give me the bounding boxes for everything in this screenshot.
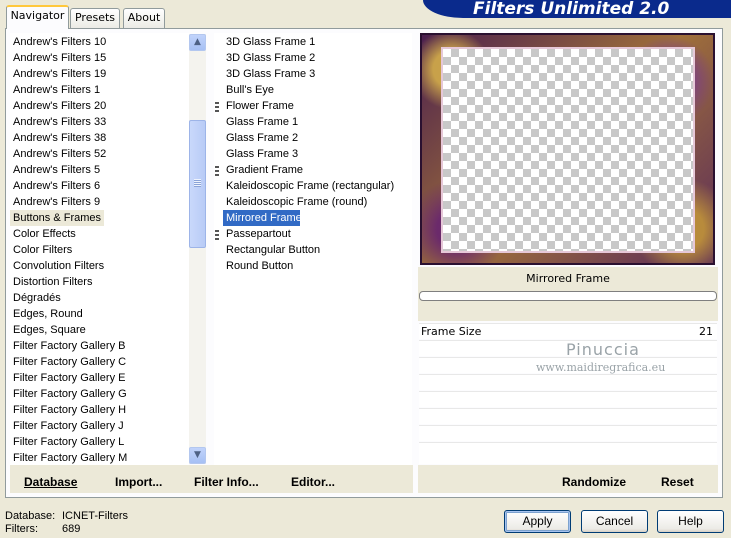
category-item[interactable]: Andrew's Filters 5 xyxy=(10,162,189,178)
category-item[interactable]: Edges, Round xyxy=(10,306,189,322)
watermark-name: Pinuccia xyxy=(566,340,640,359)
scroll-thumb[interactable] xyxy=(189,120,206,248)
filter-item[interactable]: Glass Frame 2 xyxy=(223,130,298,146)
filter-info-button[interactable]: Filter Info... xyxy=(194,475,259,489)
category-item[interactable]: Andrew's Filters 10 xyxy=(10,34,189,50)
reset-button[interactable]: Reset xyxy=(661,475,694,489)
filter-item[interactable]: Mirrored Frame xyxy=(223,210,302,226)
import-button[interactable]: Import... xyxy=(115,475,162,489)
brand-title: Filters Unlimited 2.0 xyxy=(423,0,731,18)
tab-navigator[interactable]: Navigator xyxy=(6,5,69,29)
filter-item-label: Rectangular Button xyxy=(226,244,321,256)
category-item[interactable]: Andrew's Filters 15 xyxy=(10,50,189,66)
grip-icon xyxy=(215,230,219,240)
filters-label: Filters: xyxy=(5,523,38,535)
filter-item-label: Gradient Frame xyxy=(226,164,304,176)
param-row-empty xyxy=(419,408,717,424)
filter-list[interactable]: 3D Glass Frame 1 3D Glass Frame 2 3D Glass… xyxy=(214,33,412,465)
category-item[interactable]: Filter Factory Gallery L xyxy=(10,434,189,450)
progress-bar xyxy=(419,291,717,301)
category-item[interactable]: Andrew's Filters 33 xyxy=(10,114,189,130)
filter-item[interactable]: Passepartout xyxy=(215,226,291,242)
scroll-down-button[interactable]: ▼ xyxy=(189,447,206,464)
filter-item-label: 3D Glass Frame 3 xyxy=(226,68,316,80)
category-item[interactable]: Andrew's Filters 19 xyxy=(10,66,189,82)
filters-count: 689 xyxy=(62,523,81,535)
filter-item-label: Flower Frame xyxy=(226,100,294,112)
tab-about[interactable]: About xyxy=(123,8,165,28)
param-row-empty xyxy=(419,442,717,464)
category-item[interactable]: Buttons & Frames xyxy=(10,210,104,226)
category-item[interactable]: Andrew's Filters 20 xyxy=(10,98,189,114)
param-row-empty xyxy=(419,425,717,441)
filter-item[interactable]: 3D Glass Frame 2 xyxy=(223,50,315,66)
filter-item[interactable]: Glass Frame 1 xyxy=(223,114,298,130)
filter-item-label: 3D Glass Frame 1 xyxy=(226,36,316,48)
cancel-button[interactable]: Cancel xyxy=(581,510,648,533)
category-item[interactable]: Andrew's Filters 1 xyxy=(10,82,189,98)
database-button[interactable]: Database xyxy=(24,475,77,489)
thumb-grip-icon xyxy=(194,179,201,187)
category-item[interactable]: Andrew's Filters 52 xyxy=(10,146,189,162)
param-label: Frame Size xyxy=(421,325,482,338)
filter-item[interactable]: Gradient Frame xyxy=(215,162,304,178)
database-value: ICNET-Filters xyxy=(62,510,128,522)
category-item[interactable]: Convolution Filters xyxy=(10,258,189,274)
category-item[interactable]: Filter Factory Gallery J xyxy=(10,418,189,434)
filter-item[interactable]: Glass Frame 3 xyxy=(223,146,298,162)
filter-item[interactable]: Round Button xyxy=(223,258,293,274)
filter-item-label: Bull's Eye xyxy=(226,84,274,96)
category-item[interactable]: Filter Factory Gallery G xyxy=(10,386,189,402)
grip-icon xyxy=(215,166,219,176)
category-item[interactable]: Filter Factory Gallery C xyxy=(10,354,189,370)
category-item[interactable]: Distortion Filters xyxy=(10,274,189,290)
filter-item[interactable]: Flower Frame xyxy=(215,98,294,114)
filter-item[interactable]: 3D Glass Frame 3 xyxy=(223,66,315,82)
filter-item-label: 3D Glass Frame 2 xyxy=(226,52,316,64)
category-item[interactable]: Dégradés xyxy=(10,290,189,306)
help-button[interactable]: Help xyxy=(657,510,724,533)
database-label: Database: xyxy=(5,510,56,522)
filter-item-label: Mirrored Frame xyxy=(226,212,302,224)
param-row-empty xyxy=(419,391,717,407)
filter-item-label: Glass Frame 3 xyxy=(226,148,299,160)
category-scrollbar[interactable]: ▲ ▼ xyxy=(189,34,206,464)
category-item[interactable]: Filter Factory Gallery M xyxy=(10,450,189,465)
filter-item-label: Glass Frame 2 xyxy=(226,132,299,144)
scroll-up-button[interactable]: ▲ xyxy=(189,34,206,51)
category-item[interactable]: Andrew's Filters 9 xyxy=(10,194,189,210)
filter-item-label: Glass Frame 1 xyxy=(226,116,299,128)
filter-item[interactable]: Kaleidoscopic Frame (round) xyxy=(223,194,367,210)
filter-item-label: Kaleidoscopic Frame (rectangular) xyxy=(226,180,395,192)
category-item[interactable]: Color Filters xyxy=(10,242,189,258)
apply-button[interactable]: Apply xyxy=(504,510,571,533)
category-list[interactable]: Andrew's Filters 10 Andrew's Filters 15 An… xyxy=(10,33,189,465)
transparent-area xyxy=(443,49,693,251)
param-row[interactable]: Frame Size 21 xyxy=(419,323,717,339)
category-item[interactable]: Filter Factory Gallery B xyxy=(10,338,189,354)
watermark-url: www.maidiregrafica.eu xyxy=(536,361,666,374)
filter-item-label: Kaleidoscopic Frame (round) xyxy=(226,196,368,208)
param-value[interactable]: 21 xyxy=(699,325,713,338)
filter-item[interactable]: Kaleidoscopic Frame (rectangular) xyxy=(223,178,394,194)
randomize-button[interactable]: Randomize xyxy=(562,475,626,489)
filter-item[interactable]: Bull's Eye xyxy=(223,82,274,98)
category-item[interactable]: Andrew's Filters 38 xyxy=(10,130,189,146)
editor-button[interactable]: Editor... xyxy=(291,475,335,489)
category-item[interactable]: Edges, Square xyxy=(10,322,189,338)
preview-filter-name: Mirrored Frame xyxy=(526,272,610,285)
param-row-empty xyxy=(419,374,717,390)
category-item[interactable]: Filter Factory Gallery H xyxy=(10,402,189,418)
category-item[interactable]: Andrew's Filters 6 xyxy=(10,178,189,194)
filter-item[interactable]: Rectangular Button xyxy=(223,242,320,258)
filter-item[interactable]: 3D Glass Frame 1 xyxy=(223,34,315,50)
preview-image xyxy=(420,33,715,265)
filter-item-label: Passepartout xyxy=(226,228,291,240)
filter-item-label: Round Button xyxy=(226,260,294,272)
category-item[interactable]: Filter Factory Gallery E xyxy=(10,370,189,386)
grip-icon xyxy=(215,102,219,112)
tab-presets[interactable]: Presets xyxy=(70,8,120,28)
category-item[interactable]: Color Effects xyxy=(10,226,189,242)
